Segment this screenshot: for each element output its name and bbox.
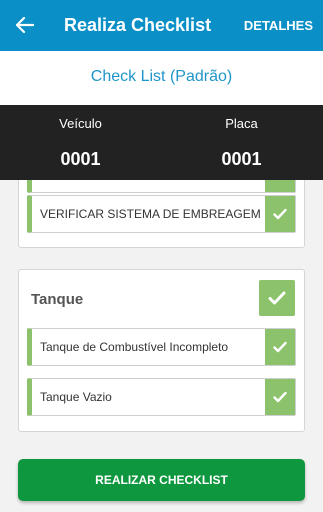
vehicle-info-bar: Veículo 0001 Placa 0001 [0, 105, 323, 180]
checklist-section-card: VERIFICAR SISTEMA DE EMBREAGEM [18, 180, 305, 248]
checklist-item-label: VERIFICAR SISTEMA DE EMBREAGEM [40, 207, 261, 221]
vehicle-value: 0001 [60, 149, 101, 169]
checklist-name: Check List (Padrão) [0, 51, 323, 105]
plate-column: Placa 0001 [161, 105, 322, 180]
checkmark-icon[interactable] [265, 329, 295, 365]
plate-label: Placa [225, 116, 258, 131]
vehicle-column: Veículo 0001 [0, 105, 161, 180]
checklist-item[interactable] [27, 180, 296, 193]
checklist-scroll-area[interactable]: VERIFICAR SISTEMA DE EMBREAGEM Tanque Ta… [0, 180, 323, 512]
app-bar: Realiza Checklist DETALHES [0, 0, 323, 51]
checklist-item[interactable]: Tanque de Combustível Incompleto [27, 328, 296, 366]
checklist-item[interactable]: VERIFICAR SISTEMA DE EMBREAGEM [27, 195, 296, 233]
checkmark-icon[interactable] [265, 180, 295, 192]
page-title: Realiza Checklist [64, 15, 212, 35]
back-arrow-icon[interactable] [12, 12, 38, 38]
checklist-item-label: Tanque de Combustível Incompleto [40, 340, 229, 354]
details-button[interactable]: DETALHES [244, 18, 313, 33]
checklist-item[interactable]: Tanque Vazio [27, 378, 296, 416]
tank-section-card: Tanque Tanque de Combustível Incompleto … [18, 269, 305, 432]
checkmark-icon[interactable] [265, 196, 295, 232]
plate-value: 0001 [221, 149, 262, 169]
section-check-all-icon[interactable] [259, 280, 295, 316]
section-title: Tanque [31, 291, 84, 308]
checkmark-icon[interactable] [265, 379, 295, 415]
submit-checklist-button[interactable]: REALIZAR CHECKLIST [18, 459, 305, 501]
checklist-item-label: Tanque Vazio [40, 390, 112, 404]
vehicle-label: Veículo [59, 116, 102, 131]
